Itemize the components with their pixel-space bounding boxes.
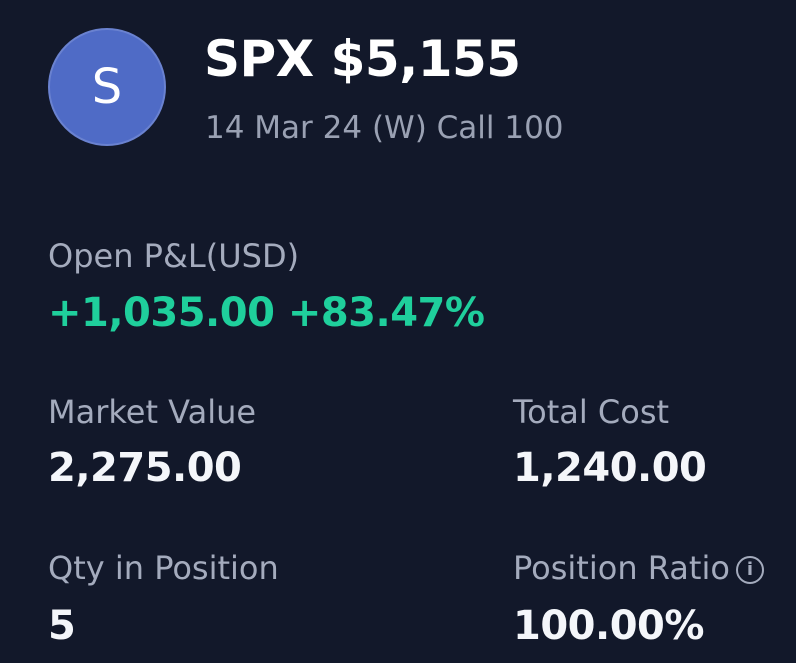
position-card: S SPX $5,155 14 Mar 24 (W) Call 100 Open…: [0, 0, 796, 663]
market-value-label: Market Value: [48, 393, 257, 431]
open-pnl-value: +1,035.00 +83.47%: [48, 290, 485, 336]
total-cost-value: 1,240.00: [513, 445, 707, 491]
position-ratio-label-text: Position Ratio: [513, 549, 730, 587]
info-icon[interactable]: i: [735, 555, 764, 584]
total-cost-label: Total Cost: [513, 393, 670, 431]
open-pnl-label: Open P&L(USD): [48, 237, 300, 275]
symbol-avatar: S: [48, 28, 166, 146]
symbol-price: SPX $5,155: [204, 30, 521, 88]
qty-label: Qty in Position: [48, 549, 279, 587]
market-value-value: 2,275.00: [48, 445, 242, 491]
qty-value: 5: [48, 603, 76, 649]
position-ratio-label: Position Ratio i: [513, 549, 764, 587]
contract-description: 14 Mar 24 (W) Call 100: [205, 110, 564, 146]
position-ratio-value: 100.00%: [513, 603, 704, 649]
